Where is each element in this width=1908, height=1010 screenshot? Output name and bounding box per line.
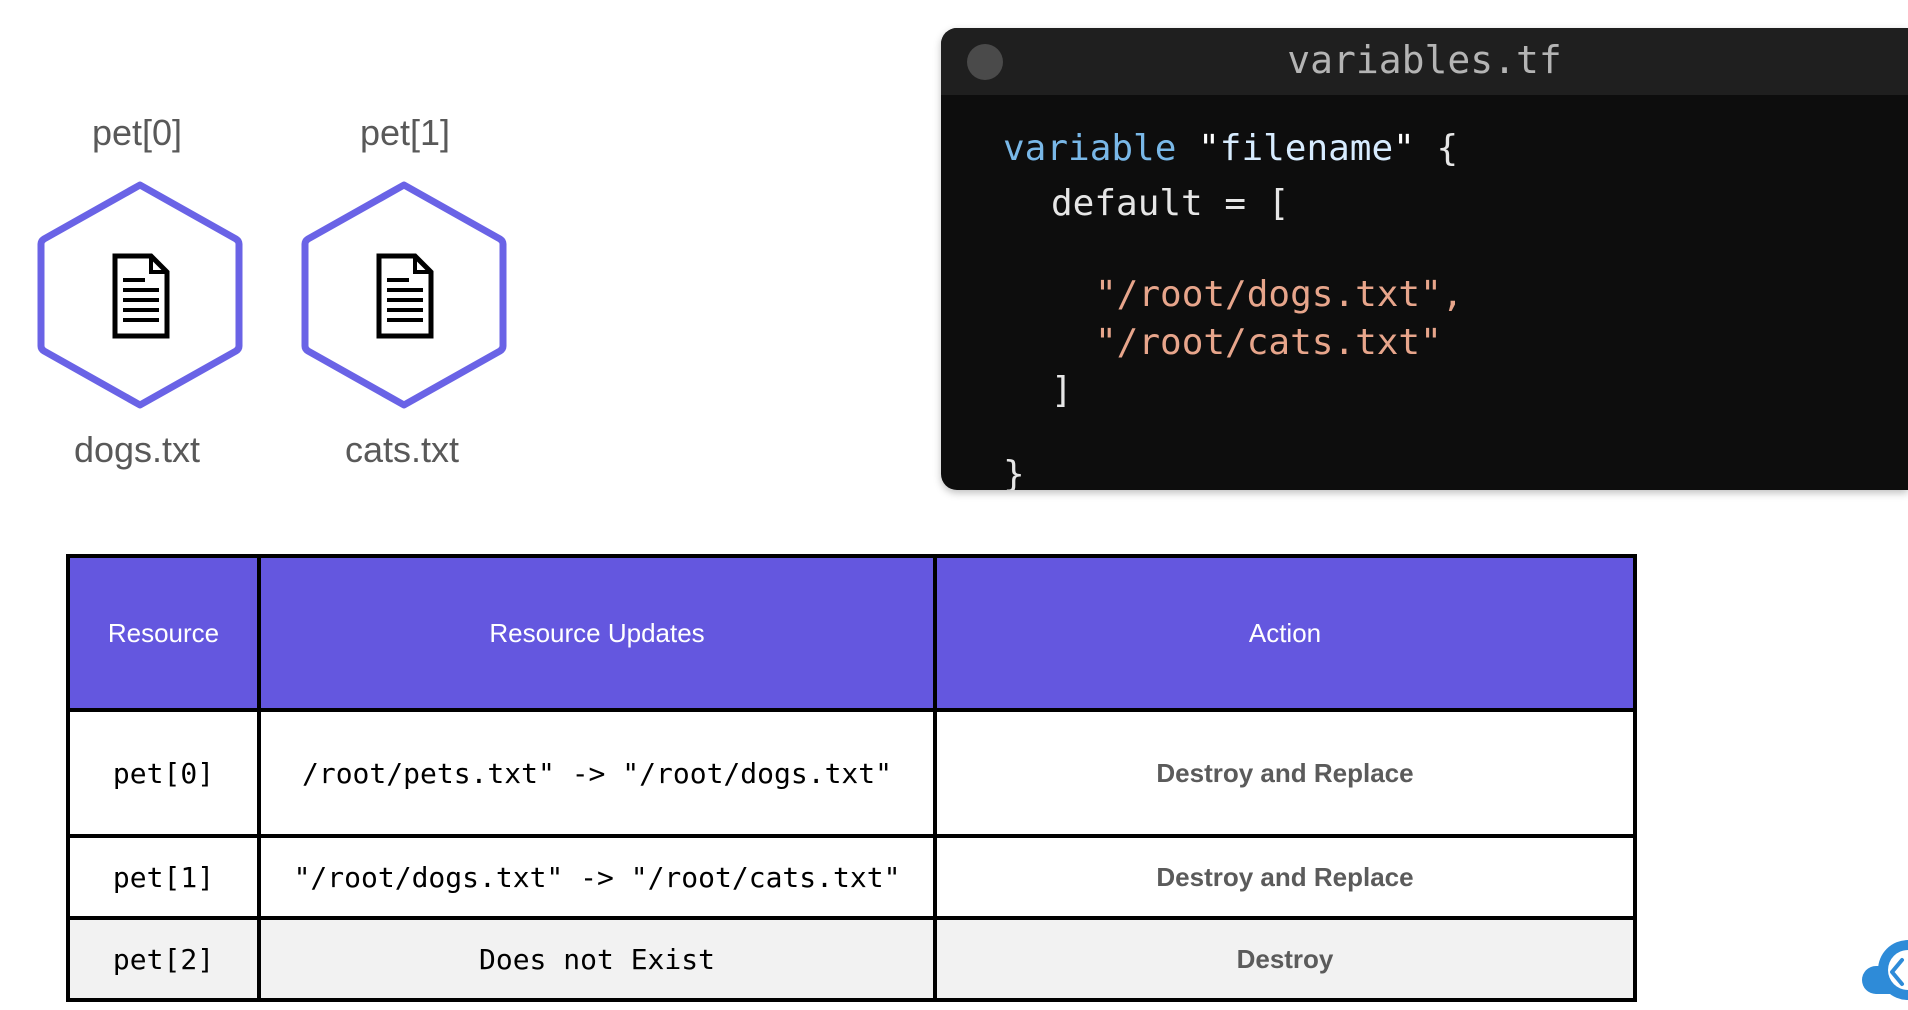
table-row: pet[1] "/root/dogs.txt" -> "/root/cats.t…	[66, 834, 1637, 920]
document-icon	[376, 253, 434, 339]
table-row: pet[2] Does not Exist Destroy	[66, 916, 1637, 1002]
cell-action: Destroy and Replace	[933, 834, 1637, 920]
cell-action: Destroy and Replace	[933, 708, 1637, 838]
resource-hexagon	[37, 181, 243, 409]
editor-title-bar: variables.tf	[941, 28, 1908, 95]
cell-update: /root/pets.txt" -> "/root/dogs.txt"	[257, 708, 937, 838]
header-action: Action	[933, 554, 1637, 712]
resource-hexagon	[301, 181, 507, 409]
cell-resource: pet[0]	[66, 708, 261, 838]
cell-resource: pet[1]	[66, 834, 261, 920]
code-editor-window: variables.tf variable "filename" { defau…	[941, 28, 1908, 490]
code-line-item: "/root/cats.txt"	[1095, 322, 1442, 363]
cell-resource: pet[2]	[66, 916, 261, 1002]
resource-file-label: dogs.txt	[73, 429, 201, 470]
resource-file-label: cats.txt	[344, 429, 460, 470]
cell-update: "/root/dogs.txt" -> "/root/cats.txt"	[257, 834, 937, 920]
resource-index-label: pet[0]	[91, 112, 183, 153]
resource-index-label: pet[1]	[359, 112, 451, 153]
table-row: pet[0] /root/pets.txt" -> "/root/dogs.tx…	[66, 708, 1637, 838]
header-resource: Resource	[66, 554, 261, 712]
code-line-brace-close: }	[1003, 454, 1025, 490]
code-line-default: default = [	[1051, 183, 1290, 224]
code-line-item: "/root/dogs.txt",	[1095, 274, 1464, 315]
cell-action: Destroy	[933, 916, 1637, 1002]
header-resource-updates: Resource Updates	[257, 554, 937, 712]
cell-update: Does not Exist	[257, 916, 937, 1002]
resource-updates-table: Resource Resource Updates Action pet[0] …	[66, 554, 1637, 1002]
document-icon	[112, 253, 170, 339]
code-line-variable: variable "filename" {	[1003, 128, 1459, 169]
editor-filename: variables.tf	[1287, 38, 1562, 82]
code-line-bracket-close: ]	[1051, 370, 1073, 411]
cloud-logo-icon	[1862, 940, 1908, 1000]
table-header-row: Resource Resource Updates Action	[66, 554, 1637, 712]
